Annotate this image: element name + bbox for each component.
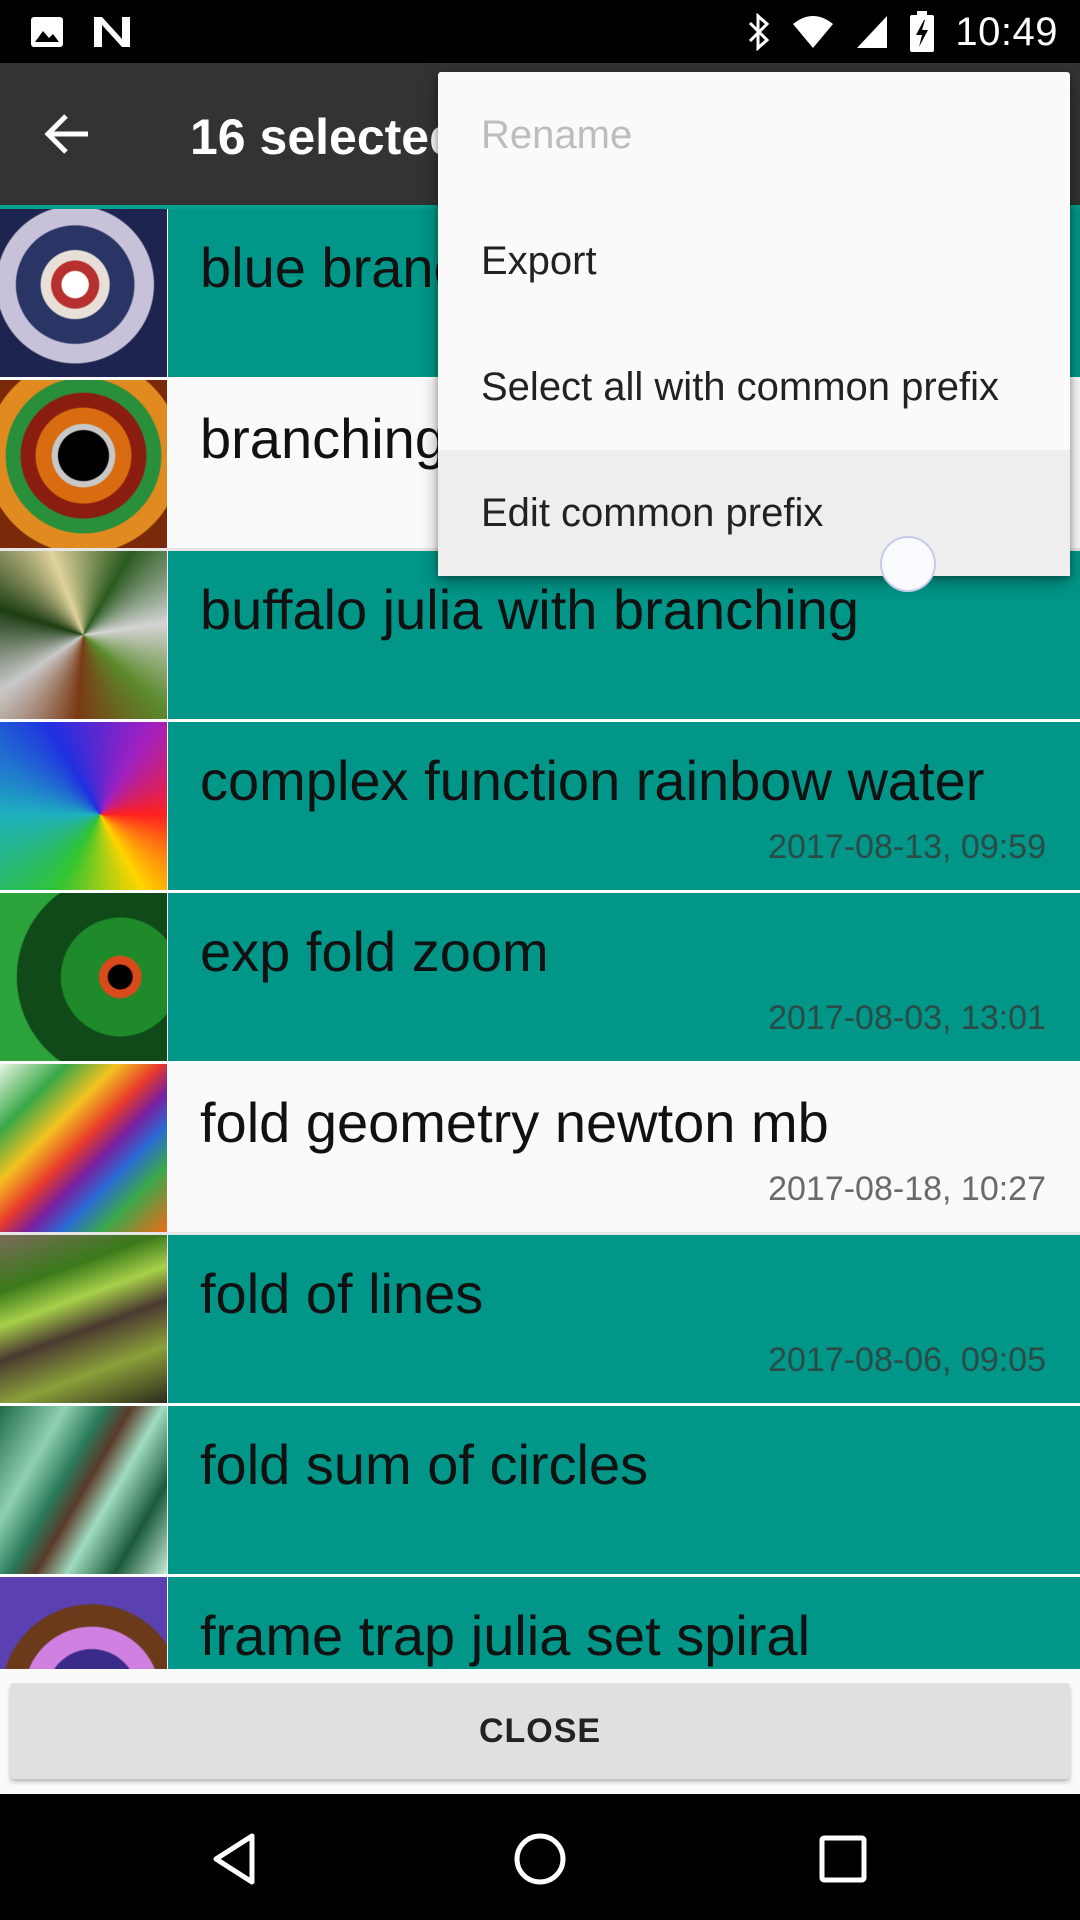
thumbnail-image	[0, 551, 168, 719]
list-item-date: 2017-08-13, 09:59	[768, 828, 1046, 866]
navigation-bar	[0, 1794, 1080, 1920]
nav-home-button[interactable]	[505, 1824, 575, 1894]
page-title: 16 selected	[190, 109, 460, 165]
triangle-back-icon	[213, 1833, 255, 1885]
list-item[interactable]: fold of lines 2017-08-06, 09:05	[0, 1235, 1080, 1406]
battery-charging-icon	[910, 11, 935, 52]
back-button[interactable]	[44, 112, 92, 156]
menu-item-export[interactable]: Export	[438, 198, 1070, 324]
list-item-title: exp fold zoom	[200, 920, 549, 983]
list-item-title: complex function rainbow water	[200, 749, 985, 812]
nav-recents-button[interactable]	[808, 1824, 878, 1894]
overflow-menu: Rename Export Select all with common pre…	[438, 72, 1070, 592]
list-item-title: frame trap julia set spiral	[200, 1604, 811, 1667]
list-item[interactable]: fold geometry newton mb 2017-08-18, 10:2…	[0, 1064, 1080, 1235]
bluetooth-icon	[749, 12, 770, 52]
thumbnail-image	[0, 893, 168, 1061]
list-item[interactable]: frame trap julia set spiral	[0, 1577, 1080, 1669]
thumbnail-image	[0, 1064, 168, 1232]
menu-item-label: Edit common prefix	[481, 490, 824, 535]
close-button[interactable]: CLOSE	[10, 1683, 1070, 1779]
thumbnail-image	[0, 380, 168, 548]
thumbnail-image	[0, 722, 168, 890]
square-recents-icon	[819, 1835, 867, 1883]
n-icon	[94, 17, 130, 47]
arrow-back-icon	[44, 114, 88, 154]
nav-back-button[interactable]	[200, 1824, 270, 1894]
thumbnail-image	[0, 1406, 168, 1574]
list-item[interactable]: fold sum of circles	[0, 1406, 1080, 1577]
signal-icon	[857, 16, 888, 48]
menu-item-edit-common-prefix[interactable]: Edit common prefix	[438, 450, 1070, 592]
menu-item-select-common-prefix[interactable]: Select all with common prefix	[438, 324, 1070, 450]
list-item[interactable]: complex function rainbow water 2017-08-1…	[0, 722, 1080, 893]
list-item-date: 2017-08-03, 13:01	[768, 999, 1046, 1037]
thumbnail-image	[0, 1577, 168, 1669]
image-icon	[31, 17, 63, 47]
thumbnail-image	[0, 1235, 168, 1403]
status-bar: 10:49	[0, 0, 1080, 63]
bottom-action-area: CLOSE	[0, 1669, 1080, 1794]
list-item-date: 2017-08-06, 09:05	[768, 1341, 1046, 1379]
menu-item-rename[interactable]: Rename	[438, 72, 1070, 198]
thumbnail-image	[0, 209, 168, 377]
list-item-title: fold of lines	[200, 1262, 484, 1325]
list-item-title: fold geometry newton mb	[200, 1091, 829, 1154]
list-item-title: buffalo julia with branching	[200, 578, 859, 641]
list-item-title: fold sum of circles	[200, 1433, 649, 1496]
list-item-date: 2017-08-18, 10:27	[768, 1170, 1046, 1208]
touch-ripple	[880, 536, 936, 592]
wifi-icon	[793, 16, 834, 48]
list-item[interactable]: exp fold zoom 2017-08-03, 13:01	[0, 893, 1080, 1064]
clock: 10:49	[955, 9, 1058, 54]
list-item-title: branching	[200, 407, 446, 470]
circle-home-icon	[514, 1833, 566, 1885]
